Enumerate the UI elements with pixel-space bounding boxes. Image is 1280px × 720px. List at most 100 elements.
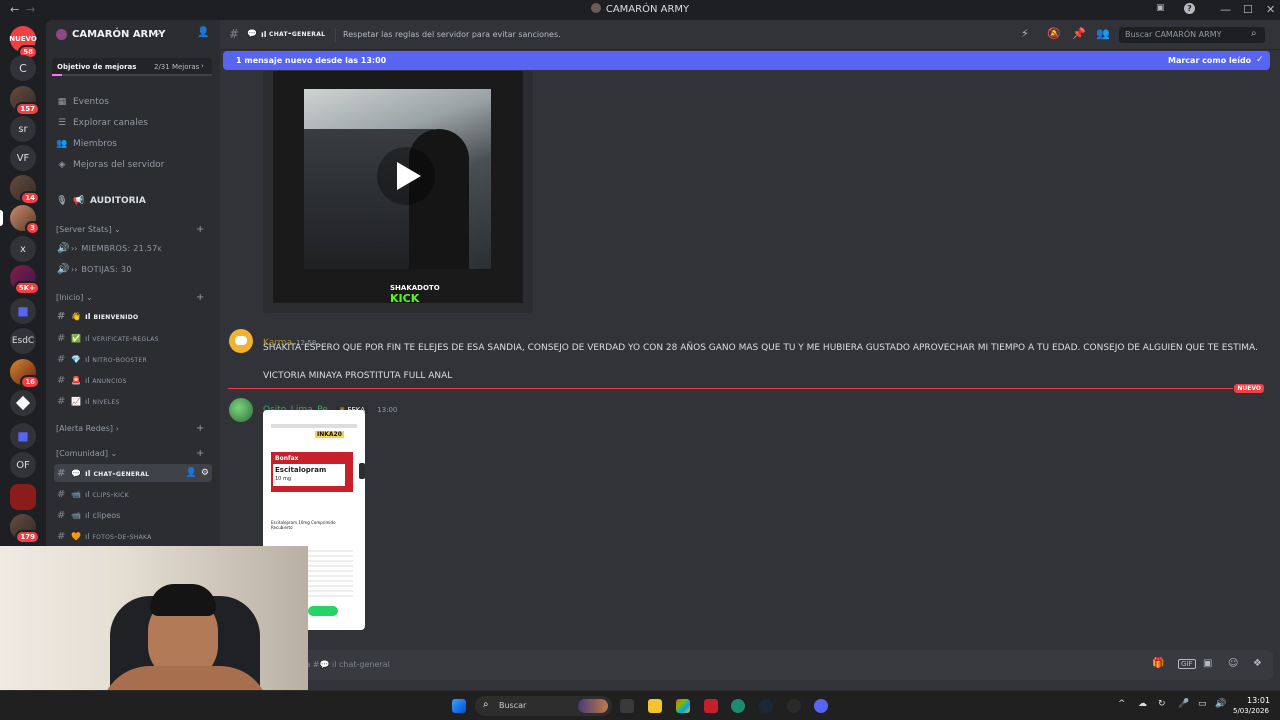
- speaker-icon: 🔊: [57, 263, 70, 275]
- help-icon[interactable]: ?: [1184, 3, 1195, 14]
- menu-server-boost[interactable]: ◈ Mejoras del servidor: [56, 160, 165, 170]
- channel-anuncios[interactable]: # 🚨 ıl anuncios: [54, 371, 212, 389]
- menu-members[interactable]: 👥 Miembros: [56, 139, 117, 149]
- close-button[interactable]: ✕: [1266, 3, 1275, 16]
- add-channel-icon[interactable]: +: [196, 224, 204, 235]
- add-channel-icon[interactable]: +: [196, 448, 204, 459]
- channel-auditoria[interactable]: 🎙 📢 AUDITORIA: [56, 196, 146, 206]
- sync-icon[interactable]: ↻: [1158, 699, 1166, 709]
- windows-start-icon[interactable]: [452, 699, 466, 713]
- gif-icon[interactable]: GIF: [1178, 659, 1196, 669]
- minimize-button[interactable]: —: [1220, 3, 1231, 16]
- bell-muted-icon[interactable]: 🔕: [1047, 27, 1061, 40]
- chevron-up-icon[interactable]: ^: [1118, 699, 1126, 709]
- voice-channel-botijas[interactable]: 🔊 ›› BOTIJAS: 30: [54, 260, 212, 278]
- mark-read-icon[interactable]: ✓: [1256, 55, 1264, 65]
- steam-icon[interactable]: [759, 699, 773, 713]
- sticker-icon[interactable]: ▣: [1203, 658, 1212, 669]
- server-icon-x[interactable]: x: [10, 236, 36, 262]
- apps-icon[interactable]: ❖: [1253, 658, 1262, 669]
- emoji-icon[interactable]: ☺: [1228, 658, 1238, 669]
- threads-icon[interactable]: ⚡: [1021, 27, 1029, 40]
- gift-icon[interactable]: 🎁: [1152, 658, 1164, 669]
- server-icon-avatar-4[interactable]: 5K+: [10, 265, 40, 295]
- new-servers-button[interactable]: NUEVO 58: [9, 26, 38, 59]
- category-alerta-redes[interactable]: [Alerta Redes] › +: [56, 423, 204, 434]
- network-icon[interactable]: ▭: [1198, 699, 1207, 709]
- server-icon-avatar-6[interactable]: 179: [10, 514, 40, 544]
- channel-bienvenido[interactable]: # 👋 ıl bienvenido: [54, 307, 212, 325]
- discord-logo-icon: [235, 336, 247, 345]
- server-icon-of[interactable]: OF: [10, 452, 36, 478]
- clock-date[interactable]: 5/03/2026: [1233, 707, 1269, 715]
- file-explorer-icon[interactable]: [648, 699, 662, 713]
- server-icon-avatar-1[interactable]: 157: [10, 86, 40, 116]
- channel-verificate-reglas[interactable]: # ✅ ıl verificate-reglas: [54, 329, 212, 347]
- mark-read-button[interactable]: Marcar como leído: [1168, 56, 1251, 65]
- channel-nitro-booster[interactable]: # 💎 ıl nitro-booster: [54, 350, 212, 368]
- hash-icon: #: [57, 467, 66, 479]
- clock-time[interactable]: 13:01: [1247, 696, 1270, 705]
- add-channel-icon[interactable]: +: [196, 423, 204, 434]
- channel-label: clips-kick: [92, 489, 129, 499]
- taskbar-search[interactable]: ⌕ Buscar: [475, 696, 612, 716]
- video-embed[interactable]: SHAKADOTO KICK: [263, 71, 533, 313]
- app-icon[interactable]: [787, 699, 801, 713]
- add-member-icon[interactable]: 👤: [197, 27, 209, 38]
- play-button[interactable]: [377, 147, 435, 205]
- inbox-icon[interactable]: ▣: [1156, 3, 1165, 13]
- server-icon-c[interactable]: C: [10, 55, 36, 81]
- server-icon-avatar-3[interactable]: 3: [10, 205, 40, 235]
- folder-icon[interactable]: ■: [10, 423, 36, 449]
- task-view-icon[interactable]: [620, 699, 634, 713]
- camera-icon: 📹: [71, 510, 81, 520]
- server-icon-vf[interactable]: VF: [10, 145, 36, 171]
- channel-niveles[interactable]: # 📈 ıl niveles: [54, 392, 212, 410]
- new-messages-bar[interactable]: 1 mensaje nuevo desde las 13:00 Marcar c…: [223, 51, 1270, 70]
- channel-fotos-de-shaka[interactable]: # 🧡 ıl fotos-de-shaka: [54, 527, 212, 545]
- wps-icon[interactable]: [704, 699, 718, 713]
- channel-clips-kick[interactable]: # 📹 ıl clips-kick: [54, 485, 212, 503]
- volume-icon[interactable]: 🔊: [1215, 699, 1226, 709]
- channel-label: fotos-de-shaka: [92, 531, 152, 541]
- category-comunidad[interactable]: [Comunidad] ⌄ +: [56, 448, 204, 459]
- member-list-icon[interactable]: 👥: [1096, 27, 1110, 40]
- diamond-server-icon[interactable]: [10, 390, 36, 416]
- server-icon-sr[interactable]: sr: [10, 116, 36, 142]
- bars-icon: ıl: [84, 375, 90, 385]
- server-icon-avatar-5[interactable]: 16: [10, 359, 40, 389]
- category-server-stats[interactable]: [Server Stats] ⌄ +: [56, 224, 204, 235]
- server-icon-esdc[interactable]: EsdC: [10, 328, 36, 354]
- invite-icon[interactable]: 👤: [186, 468, 197, 478]
- promo-code: INKA20: [315, 431, 344, 438]
- copilot-icon[interactable]: [676, 699, 690, 713]
- attachment-handle[interactable]: [359, 463, 365, 479]
- menu-events[interactable]: ▦ Eventos: [56, 97, 109, 107]
- gear-icon[interactable]: ⚙: [201, 468, 209, 478]
- avatar[interactable]: [229, 398, 253, 422]
- channel-title: chat-general: [269, 29, 326, 39]
- server-icon-red[interactable]: [10, 484, 36, 510]
- voice-channel-members[interactable]: 🔊 ›› MIEMBROS: 21.57k: [54, 239, 212, 257]
- edge-icon[interactable]: [731, 699, 745, 713]
- cloud-icon[interactable]: ☁: [1138, 699, 1147, 709]
- timestamp: 13:00: [377, 406, 398, 414]
- folder-icon[interactable]: ■: [10, 298, 36, 324]
- discord-icon[interactable]: [814, 699, 828, 713]
- search-input[interactable]: Buscar CAMARÓN ARMY ⌕: [1119, 27, 1265, 43]
- avatar[interactable]: [229, 329, 253, 353]
- boost-goal[interactable]: Objetivo de mejoras 2/31 Mejoras ›: [52, 58, 212, 76]
- channel-chat-general[interactable]: # 💬 ıl chat-general 👤 ⚙: [54, 464, 212, 482]
- menu-browse-channels[interactable]: ☰ Explorar canales: [56, 118, 148, 128]
- message-composer[interactable]: Enviar mensaje a #💬 ıl chat-general 🎁 GI…: [228, 650, 1273, 680]
- chat-lines: [303, 550, 353, 600]
- channel-clipeos[interactable]: # 📹 ıl clipeos: [54, 506, 212, 524]
- add-channel-icon[interactable]: +: [196, 292, 204, 303]
- pin-icon[interactable]: 📌: [1072, 27, 1086, 40]
- selected-pill: [0, 210, 3, 226]
- server-header[interactable]: CAMARÓN ARMY ⌄ 👤: [46, 20, 220, 50]
- maximize-button[interactable]: ☐: [1243, 3, 1253, 16]
- server-icon-avatar-2[interactable]: 14: [10, 175, 40, 205]
- category-inicio[interactable]: [Inicio] ⌄ +: [56, 292, 204, 303]
- microphone-icon[interactable]: 🎤: [1178, 699, 1189, 709]
